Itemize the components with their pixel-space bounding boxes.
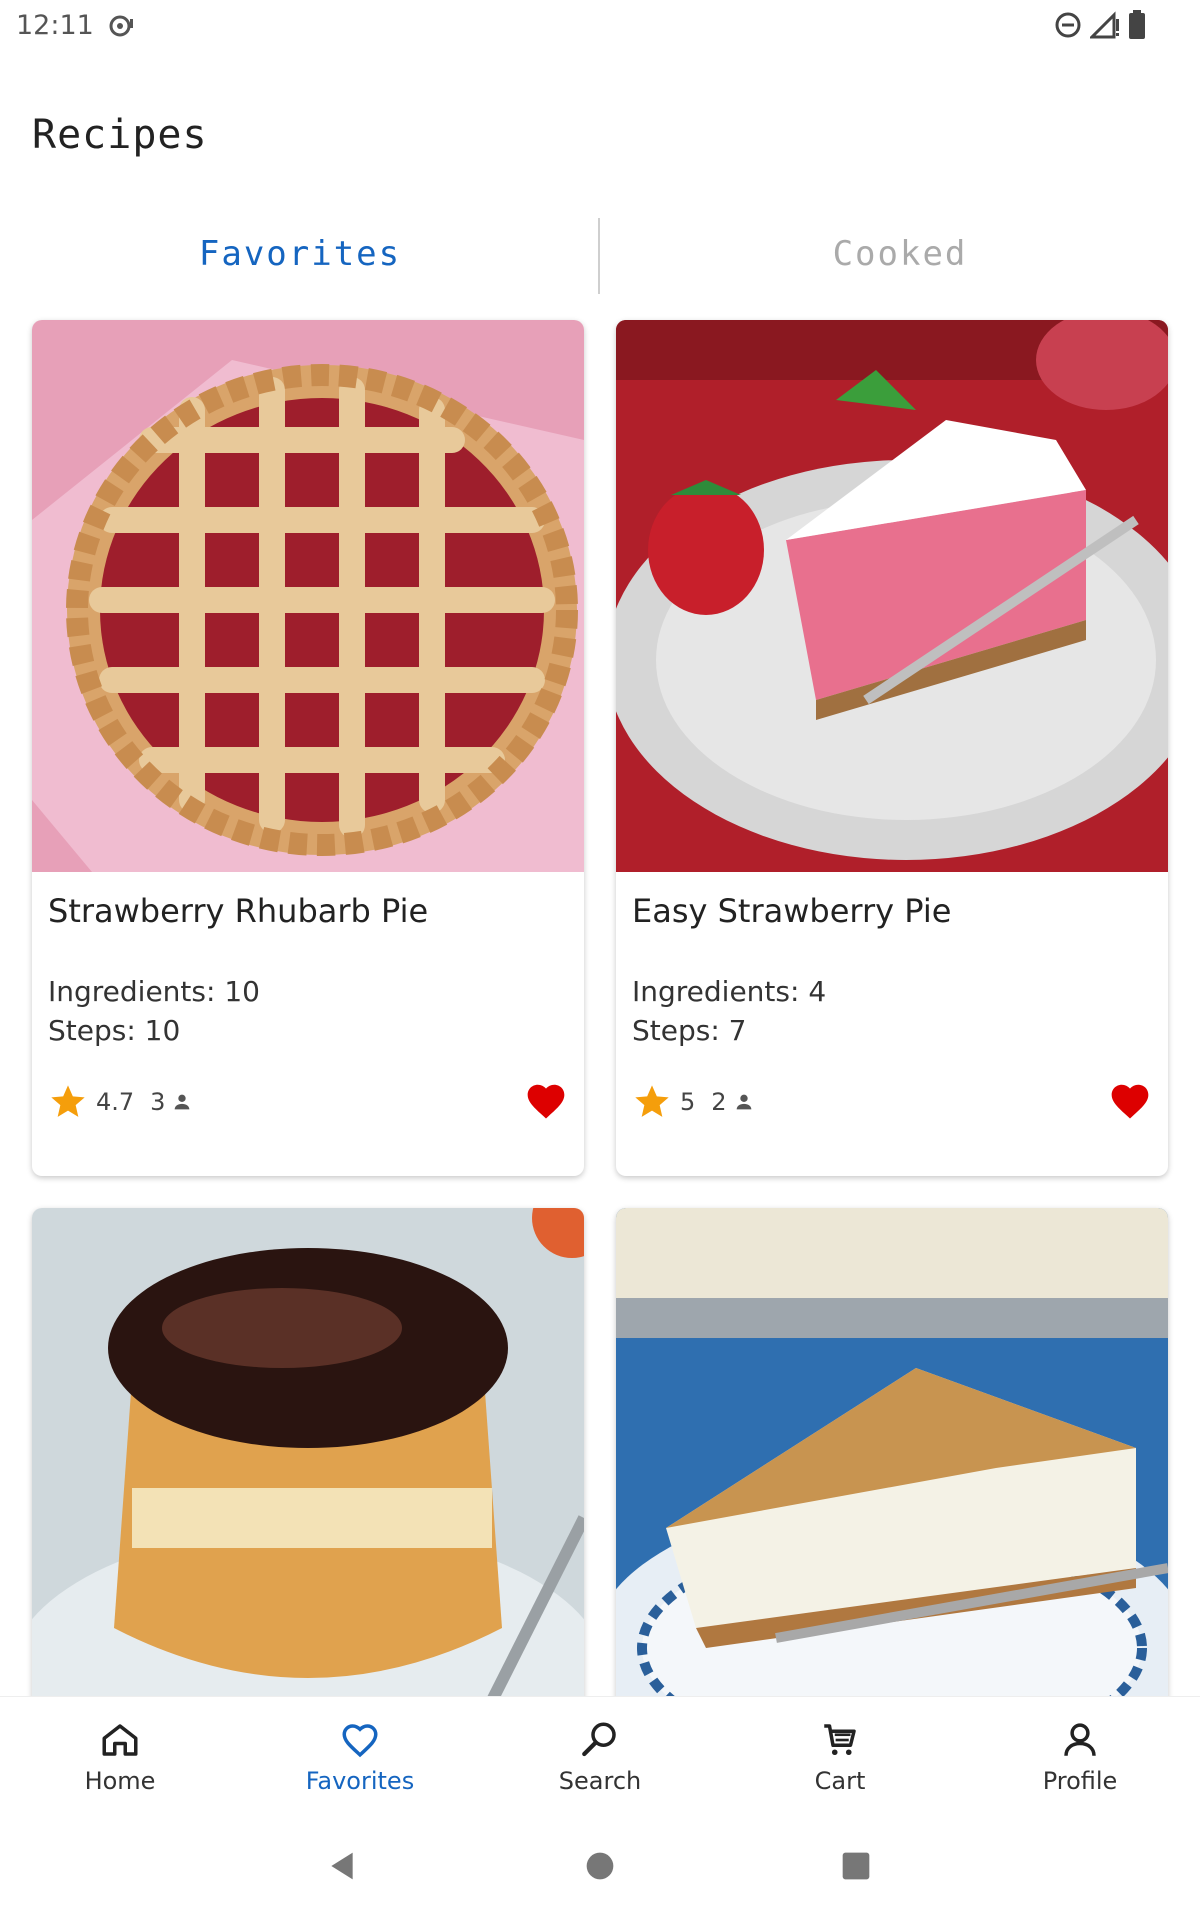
signal-icon [1090, 11, 1119, 39]
favorite-heart-icon[interactable] [1108, 1080, 1152, 1124]
recipe-footer: 4.7 3 [48, 1076, 568, 1128]
ingredients-count: Ingredients: 4 [632, 975, 827, 1008]
review-count: 2 [711, 1088, 727, 1116]
notification-icon [109, 15, 133, 37]
star-icon [635, 1085, 669, 1117]
recipe-title: Strawberry Rhubarb Pie [48, 892, 429, 930]
nav-cart-label: Cart [814, 1767, 866, 1795]
system-navigation-bar [0, 1800, 1200, 1920]
nav-profile-label: Profile [1042, 1767, 1118, 1795]
status-time: 12:11 [16, 10, 94, 41]
heart-outline-icon [342, 1724, 378, 1758]
person-icon [1064, 1723, 1096, 1756]
recipe-footer: 5 2 [632, 1076, 1152, 1128]
battery-icon [1129, 10, 1145, 39]
nav-profile[interactable]: Profile [960, 1697, 1200, 1801]
home-circle-icon[interactable] [584, 1850, 616, 1882]
person-icon [175, 1094, 190, 1110]
rating-value: 5 [680, 1088, 696, 1116]
person-icon [736, 1094, 751, 1110]
review-count: 3 [150, 1088, 166, 1116]
nav-favorites[interactable]: Favorites [240, 1697, 480, 1801]
recents-icon[interactable] [840, 1850, 872, 1882]
tab-divider [598, 218, 600, 294]
back-icon[interactable] [326, 1850, 358, 1882]
ingredients-count: Ingredients: 10 [48, 975, 260, 1008]
recipe-card[interactable]: Strawberry Rhubarb Pie Ingredients: 10 S… [32, 320, 584, 1176]
nav-search[interactable]: Search [480, 1697, 720, 1801]
nav-favorites-label: Favorites [305, 1767, 415, 1795]
steps-count: Steps: 7 [632, 1014, 747, 1047]
tab-favorites[interactable]: Favorites [20, 234, 580, 274]
search-icon [582, 1722, 616, 1757]
bottom-navigation: Home Favorites Search Cart Profile [0, 1696, 1200, 1801]
favorite-heart-icon[interactable] [524, 1080, 568, 1124]
nav-search-label: Search [558, 1767, 642, 1795]
recipe-meta: Ingredients: 4 Steps: 7 [632, 972, 826, 1050]
recipe-image [32, 320, 584, 872]
recipe-image [616, 320, 1168, 872]
recipe-card[interactable]: Easy Strawberry Pie Ingredients: 4 Steps… [616, 320, 1168, 1176]
home-icon [102, 1724, 138, 1756]
status-icons [1054, 10, 1146, 40]
steps-count: Steps: 10 [48, 1014, 181, 1047]
star-icon [51, 1085, 85, 1117]
tab-cooked[interactable]: Cooked [620, 234, 1180, 274]
nav-home-label: Home [84, 1767, 156, 1795]
status-bar: 12:11 [0, 0, 1200, 52]
rating-value: 4.7 [96, 1088, 135, 1116]
recipe-image [616, 1208, 1168, 1760]
tab-bar: Favorites Cooked [0, 210, 1200, 296]
do-not-disturb-icon [1055, 12, 1081, 38]
page-title: Recipes [32, 112, 208, 158]
recipe-image [32, 1208, 584, 1760]
cart-icon [824, 1724, 856, 1756]
recipe-meta: Ingredients: 10 Steps: 10 [48, 972, 260, 1050]
recipe-title: Easy Strawberry Pie [632, 892, 952, 930]
nav-home[interactable]: Home [0, 1697, 240, 1801]
nav-cart[interactable]: Cart [720, 1697, 960, 1801]
